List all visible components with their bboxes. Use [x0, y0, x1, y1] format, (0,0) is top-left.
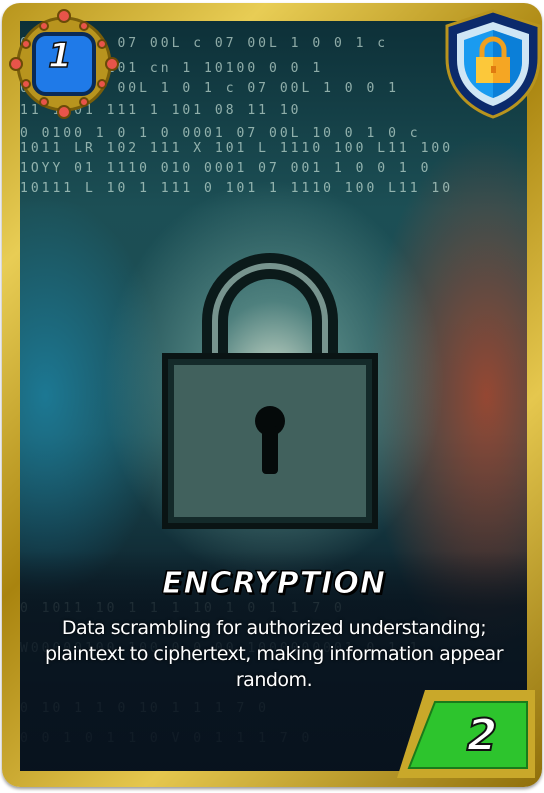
power-value: 2 — [466, 709, 499, 762]
art-binary-texture: 0 0100 1 0 1 0 0001 07 00L 10 0 1 0 c — [20, 126, 421, 141]
shield-lock-icon — [445, 9, 541, 119]
art-binary-texture: 1OYY 01 1110 010 0001 07 001 1 0 0 1 0 — [20, 161, 432, 176]
card-title: ENCRYPTION — [162, 566, 386, 602]
card-frame[interactable]: 0101 c c 07 00L c 07 00L 1 0 0 1 c 10 c … — [2, 3, 542, 787]
cost-value: 1 — [47, 35, 72, 77]
card-description: Data scrambling for authorized understan… — [44, 617, 504, 691]
art-binary-texture: 10111 L 10 1 111 0 101 1 1110 100 L11 10 — [20, 181, 454, 196]
art-binary-texture: 1011 LR 102 111 X 101 L 1110 100 L11 100 — [20, 141, 454, 156]
padlock-illustration — [162, 253, 378, 529]
